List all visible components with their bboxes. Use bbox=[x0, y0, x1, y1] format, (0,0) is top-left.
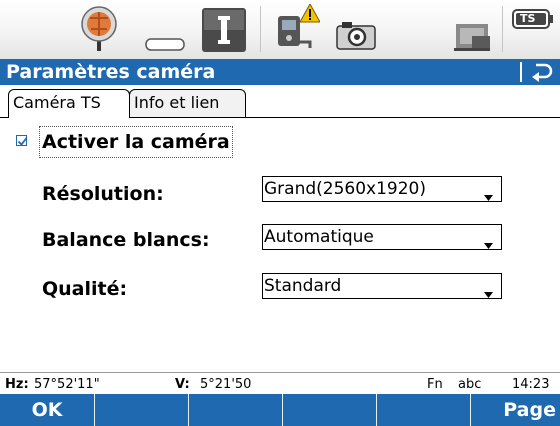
softkey-f4[interactable] bbox=[283, 394, 376, 426]
chevron-down-icon bbox=[484, 186, 493, 205]
white-balance-select[interactable]: Automatique bbox=[262, 224, 502, 250]
v-value: 5°21'50 bbox=[200, 377, 252, 392]
laser-mode-icon[interactable] bbox=[145, 37, 185, 56]
input-mode-indicator: abc bbox=[458, 377, 482, 392]
softkey-bar: OK Page bbox=[0, 394, 560, 426]
chevron-down-icon bbox=[484, 234, 493, 253]
measurement-status-bar: Hz: 57°52'11" V: 5°21'50 Fn abc 14:23 bbox=[0, 372, 560, 395]
white-balance-label: Balance blancs: bbox=[42, 229, 210, 251]
resolution-value: Grand(2560x1920) bbox=[264, 179, 426, 199]
softkey-f3[interactable] bbox=[189, 394, 282, 426]
battery-label: TS bbox=[520, 12, 536, 25]
status-separator bbox=[502, 6, 503, 52]
v-label: V: bbox=[175, 377, 190, 392]
quality-value: Standard bbox=[264, 276, 342, 296]
page-button[interactable]: Page bbox=[471, 394, 560, 426]
prism-icon[interactable] bbox=[80, 5, 118, 57]
connection-warning-icon[interactable] bbox=[276, 2, 321, 58]
battery-icon[interactable]: TS bbox=[512, 8, 554, 34]
enable-camera-checkbox[interactable] bbox=[16, 135, 28, 146]
resolution-label: Résolution: bbox=[42, 183, 164, 205]
back-icon[interactable] bbox=[530, 61, 554, 87]
camera-icon[interactable] bbox=[336, 20, 376, 54]
fn-indicator: Fn bbox=[427, 377, 443, 392]
hz-value: 57°52'11" bbox=[34, 377, 100, 392]
status-bar: TS bbox=[0, 0, 560, 59]
tab-camera-ts[interactable]: Caméra TS bbox=[8, 89, 130, 118]
chevron-down-icon bbox=[484, 283, 493, 302]
hz-label: Hz: bbox=[5, 377, 29, 392]
tab-info-link[interactable]: Info et lien bbox=[129, 89, 246, 117]
resolution-select[interactable]: Grand(2560x1920) bbox=[262, 176, 502, 202]
quality-label: Qualité: bbox=[42, 278, 128, 300]
ok-button[interactable]: OK bbox=[0, 394, 94, 426]
page-title: Paramètres caméra bbox=[6, 61, 216, 83]
clock: 14:23 bbox=[512, 377, 550, 392]
quality-select[interactable]: Standard bbox=[262, 273, 502, 299]
tab-bar: Caméra TS Info et lien bbox=[0, 85, 560, 118]
enable-camera-label[interactable]: Activer la caméra bbox=[39, 126, 233, 158]
title-separator bbox=[520, 62, 522, 82]
softkey-f5[interactable] bbox=[377, 394, 470, 426]
softkey-f2[interactable] bbox=[95, 394, 188, 426]
title-bar: Paramètres caméra bbox=[0, 59, 560, 85]
white-balance-value: Automatique bbox=[264, 227, 374, 247]
status-separator bbox=[260, 6, 261, 52]
memory-card-icon[interactable] bbox=[452, 22, 492, 56]
instrument-face-icon[interactable] bbox=[202, 8, 246, 56]
